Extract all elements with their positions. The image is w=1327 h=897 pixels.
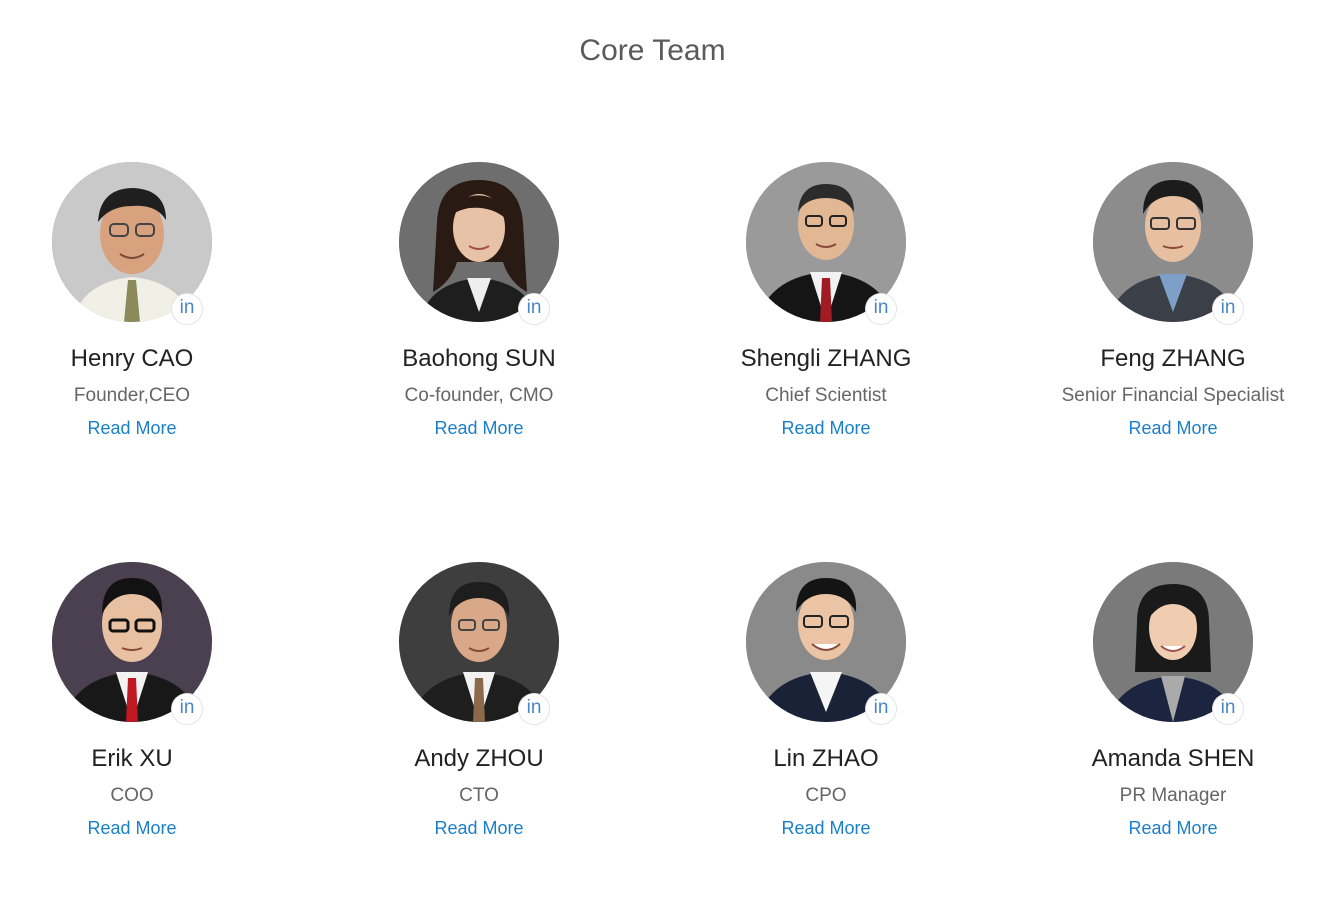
linkedin-icon[interactable]: in: [866, 294, 896, 324]
member-name: Shengli ZHANG: [740, 345, 912, 372]
avatar-container: in: [399, 562, 559, 724]
member-name: Lin ZHAO: [773, 745, 879, 772]
team-member-card: in Amanda SHEN PR Manager Read More: [1003, 562, 1327, 839]
member-name: Erik XU: [91, 745, 173, 772]
avatar-container: in: [52, 162, 212, 324]
read-more-link[interactable]: Read More: [1128, 817, 1217, 839]
read-more-link[interactable]: Read More: [87, 417, 176, 439]
avatar-container: in: [746, 562, 906, 724]
avatar-container: in: [1093, 562, 1253, 724]
linkedin-icon[interactable]: in: [866, 694, 896, 724]
team-member-card: in Baohong SUN Co-founder, CMO Read More: [309, 162, 649, 439]
team-member-card: in Henry CAO Founder,CEO Read More: [0, 162, 302, 439]
avatar-container: in: [746, 162, 906, 324]
member-role: Chief Scientist: [765, 385, 887, 406]
linkedin-icon[interactable]: in: [172, 294, 202, 324]
linkedin-icon[interactable]: in: [519, 694, 549, 724]
member-role: PR Manager: [1119, 785, 1227, 806]
avatar-container: in: [399, 162, 559, 324]
member-name: Andy ZHOU: [414, 745, 544, 772]
read-more-link[interactable]: Read More: [781, 817, 870, 839]
member-name: Amanda SHEN: [1091, 745, 1255, 772]
linkedin-icon[interactable]: in: [519, 294, 549, 324]
member-name: Henry CAO: [70, 345, 194, 372]
section-title: Core Team: [579, 34, 726, 67]
member-name: Feng ZHANG: [1100, 345, 1246, 372]
team-member-card: in Andy ZHOU CTO Read More: [309, 562, 649, 839]
team-member-card: in Feng ZHANG Senior Financial Specialis…: [1003, 162, 1327, 439]
member-role: Senior Financial Specialist: [1061, 385, 1285, 406]
team-member-card: in Lin ZHAO CPO Read More: [656, 562, 996, 839]
member-role: CTO: [459, 785, 499, 806]
member-role: Co-founder, CMO: [404, 385, 554, 406]
linkedin-icon[interactable]: in: [1213, 694, 1243, 724]
linkedin-icon[interactable]: in: [1213, 294, 1243, 324]
read-more-link[interactable]: Read More: [434, 817, 523, 839]
team-member-card: in Erik XU COO Read More: [0, 562, 302, 839]
read-more-link[interactable]: Read More: [1128, 417, 1217, 439]
avatar-container: in: [1093, 162, 1253, 324]
member-role: Founder,CEO: [73, 385, 191, 406]
linkedin-icon[interactable]: in: [172, 694, 202, 724]
read-more-link[interactable]: Read More: [434, 417, 523, 439]
avatar-container: in: [52, 562, 212, 724]
read-more-link[interactable]: Read More: [781, 417, 870, 439]
member-role: CPO: [805, 785, 847, 806]
member-name: Baohong SUN: [402, 345, 556, 372]
read-more-link[interactable]: Read More: [87, 817, 176, 839]
team-member-card: in Shengli ZHANG Chief Scientist Read Mo…: [656, 162, 996, 439]
member-role: COO: [110, 785, 154, 806]
